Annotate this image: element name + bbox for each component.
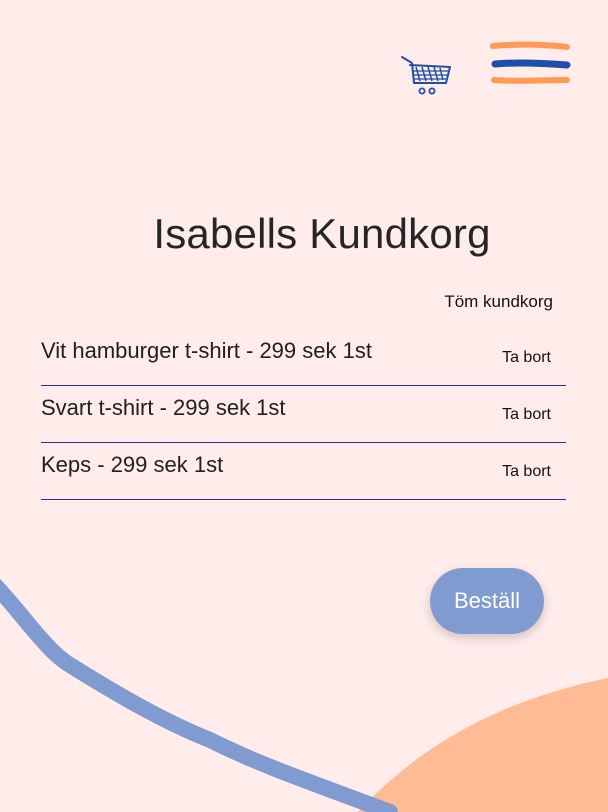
- page-title: Isabells Kundkorg: [153, 210, 491, 257]
- orange-hill-shape: [358, 678, 608, 812]
- remove-item-button[interactable]: Ta bort: [502, 463, 551, 481]
- remove-item-button[interactable]: Ta bort: [502, 406, 551, 424]
- cart-item-row: Vit hamburger t-shirt - 299 sek 1st Ta b…: [41, 330, 566, 386]
- empty-cart-link[interactable]: Töm kundkorg: [444, 292, 553, 312]
- shopping-cart-icon[interactable]: [398, 53, 454, 99]
- remove-item-button[interactable]: Ta bort: [502, 349, 551, 367]
- cart-item-row: Keps - 299 sek 1st Ta bort: [41, 444, 566, 500]
- cart-item-text: Keps - 299 sek 1st: [41, 452, 224, 477]
- blue-wave-line: [0, 578, 398, 812]
- cart-list: Vit hamburger t-shirt - 299 sek 1st Ta b…: [41, 330, 566, 501]
- cart-item-row: Svart t-shirt - 299 sek 1st Ta bort: [41, 387, 566, 443]
- order-button[interactable]: Beställ: [430, 568, 544, 634]
- cart-item-text: Vit hamburger t-shirt - 299 sek 1st: [41, 338, 372, 363]
- hamburger-menu-icon[interactable]: [489, 40, 573, 88]
- cart-item-text: Svart t-shirt - 299 sek 1st: [41, 395, 286, 420]
